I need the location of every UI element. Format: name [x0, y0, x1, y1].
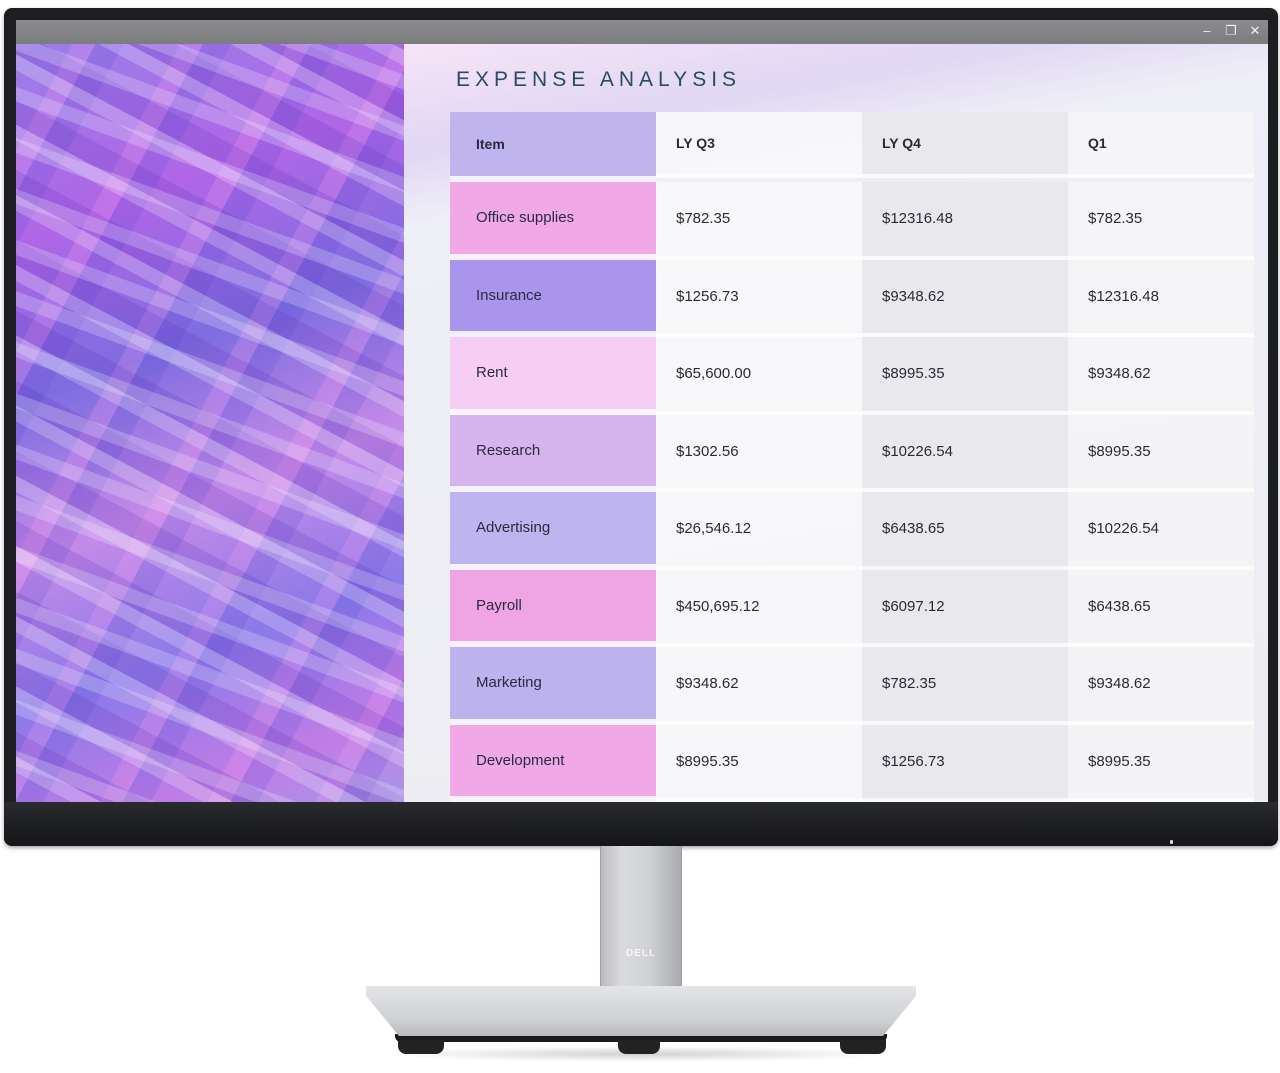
- value-cell-q1: $12316.48: [1068, 259, 1254, 337]
- item-cell: Office supplies: [450, 182, 656, 260]
- window-controls: – ❐ ✕: [1200, 22, 1262, 40]
- value-cell-ly-q4: $9348.62: [862, 259, 1068, 337]
- table-row: Rent $65,600.00 $8995.35 $9348.62: [450, 337, 1254, 415]
- item-cell: Development: [450, 724, 656, 802]
- value-cell-q1: $10226.54: [1068, 492, 1254, 570]
- value-cell-ly-q3: $9348.62: [656, 647, 862, 725]
- item-cell: Insurance: [450, 259, 656, 337]
- power-indicator: [1170, 840, 1173, 844]
- value-cell-ly-q3: $1302.56: [656, 414, 862, 492]
- window-titlebar: – ❐ ✕: [16, 20, 1268, 44]
- table-row: Payroll $450,695.12 $6097.12 $6438.65: [450, 569, 1254, 647]
- close-icon[interactable]: ✕: [1248, 22, 1262, 40]
- table-header-row: Item LY Q3 LY Q4 Q1: [450, 112, 1254, 182]
- item-cell: Research: [450, 414, 656, 492]
- header-item: Item: [450, 112, 656, 182]
- table-row: Development $8995.35 $1256.73 $8995.35: [450, 724, 1254, 802]
- stand-foot-left: [398, 1040, 444, 1054]
- value-cell-ly-q3: $26,546.12: [656, 492, 862, 570]
- table-body: Office supplies $782.35 $12316.48 $782.35 In…: [450, 182, 1254, 802]
- value-cell-q1: $8995.35: [1068, 414, 1254, 492]
- header-q1: Q1: [1068, 112, 1254, 178]
- value-cell-ly-q4: $6097.12: [862, 569, 1068, 647]
- value-cell-ly-q4: $1256.73: [862, 724, 1068, 802]
- table-row: Insurance $1256.73 $9348.62 $12316.48: [450, 259, 1254, 337]
- stand-foot-center: [618, 1040, 660, 1054]
- value-cell-ly-q3: $8995.35: [656, 724, 862, 802]
- value-cell-ly-q4: $782.35: [862, 647, 1068, 725]
- table-row: Advertising $26,546.12 $6438.65 $10226.54: [450, 492, 1254, 570]
- item-cell: Payroll: [450, 569, 656, 647]
- table-row: Research $1302.56 $10226.54 $8995.35: [450, 414, 1254, 492]
- header-ly-q4: LY Q4: [862, 112, 1068, 178]
- table-row: Office supplies $782.35 $12316.48 $782.35: [450, 182, 1254, 260]
- item-cell: Rent: [450, 337, 656, 415]
- value-cell-q1: $8995.35: [1068, 724, 1254, 802]
- expense-table: Item LY Q3 LY Q4 Q1 Office supplies $782.…: [450, 112, 1254, 802]
- monitor-screen: – ❐ ✕ EXPENSE ANALYSIS Item LY Q3 LY Q4 …: [16, 20, 1268, 802]
- header-ly-q3: LY Q3: [656, 112, 862, 178]
- value-cell-ly-q4: $10226.54: [862, 414, 1068, 492]
- value-cell-ly-q3: $1256.73: [656, 259, 862, 337]
- value-cell-ly-q4: $8995.35: [862, 337, 1068, 415]
- item-cell: Advertising: [450, 492, 656, 570]
- expense-panel: EXPENSE ANALYSIS Item LY Q3 LY Q4 Q1 Off…: [404, 44, 1268, 802]
- value-cell-ly-q3: $450,695.12: [656, 569, 862, 647]
- wallpaper-art-panel: [16, 44, 404, 802]
- page-title: EXPENSE ANALYSIS: [456, 68, 742, 91]
- minimize-icon[interactable]: –: [1200, 22, 1214, 40]
- value-cell-q1: $9348.62: [1068, 647, 1254, 725]
- table-row: Marketing $9348.62 $782.35 $9348.62: [450, 647, 1254, 725]
- value-cell-q1: $782.35: [1068, 182, 1254, 260]
- monitor-chin: [4, 802, 1278, 846]
- value-cell-q1: $6438.65: [1068, 569, 1254, 647]
- value-cell-q1: $9348.62: [1068, 337, 1254, 415]
- stand-base: [366, 986, 916, 1036]
- value-cell-ly-q4: $6438.65: [862, 492, 1068, 570]
- value-cell-ly-q3: $782.35: [656, 182, 862, 260]
- restore-icon[interactable]: ❐: [1224, 22, 1238, 40]
- value-cell-ly-q3: $65,600.00: [656, 337, 862, 415]
- brand-logo: DELL: [625, 948, 657, 959]
- item-cell: Marketing: [450, 647, 656, 725]
- stand-neck: [600, 846, 682, 998]
- stand-foot-right: [840, 1040, 886, 1054]
- value-cell-ly-q4: $12316.48: [862, 182, 1068, 260]
